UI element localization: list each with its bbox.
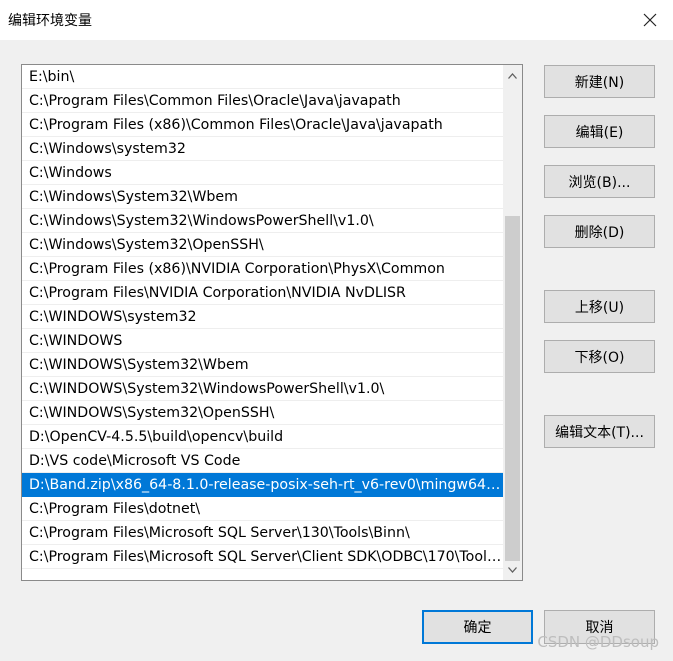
vertical-scrollbar[interactable] <box>503 65 522 580</box>
path-list-item[interactable]: C:\WINDOWS\System32\OpenSSH\ <box>22 401 504 425</box>
new-button[interactable]: 新建(N) <box>544 65 655 98</box>
delete-button[interactable]: 删除(D) <box>544 215 655 248</box>
scroll-thumb[interactable] <box>505 216 520 561</box>
ok-button[interactable]: 确定 <box>422 610 533 644</box>
path-list[interactable]: E:\bin\ C:\Program Files\Common Files\Ora… <box>21 64 523 581</box>
scroll-down-button[interactable] <box>503 561 522 578</box>
path-list-item[interactable]: D:\VS code\Microsoft VS Code <box>22 449 504 473</box>
path-list-item[interactable]: C:\Program Files\NVIDIA Corporation\NVID… <box>22 281 504 305</box>
scroll-up-button[interactable] <box>503 67 522 84</box>
move-down-button[interactable]: 下移(O) <box>544 340 655 373</box>
path-list-item[interactable]: C:\Windows\System32\OpenSSH\ <box>22 233 504 257</box>
edit-text-button[interactable]: 编辑文本(T)... <box>544 415 655 448</box>
path-list-item[interactable]: C:\Windows\System32\Wbem <box>22 185 504 209</box>
chevron-up-icon <box>508 72 517 79</box>
path-list-item[interactable]: C:\Program Files (x86)\Common Files\Orac… <box>22 113 504 137</box>
edit-button[interactable]: 编辑(E) <box>544 115 655 148</box>
path-list-item[interactable]: C:\Program Files\Microsoft SQL Server\13… <box>22 521 504 545</box>
close-button[interactable] <box>627 0 673 40</box>
path-list-item[interactable]: C:\WINDOWS\System32\Wbem <box>22 353 504 377</box>
path-list-item[interactable]: C:\WINDOWS\System32\WindowsPowerShell\v1… <box>22 377 504 401</box>
watermark: CSDN @DDsoup <box>537 633 659 651</box>
path-list-item[interactable]: C:\Windows\System32\WindowsPowerShell\v1… <box>22 209 504 233</box>
path-list-rows: E:\bin\ C:\Program Files\Common Files\Ora… <box>22 65 504 569</box>
path-list-item[interactable]: C:\WINDOWS <box>22 329 504 353</box>
path-list-item[interactable]: C:\Program Files\dotnet\ <box>22 497 504 521</box>
path-list-item[interactable]: C:\Program Files (x86)\NVIDIA Corporatio… <box>22 257 504 281</box>
path-list-item[interactable]: C:\Program Files\Common Files\Oracle\Jav… <box>22 89 504 113</box>
path-list-item[interactable]: D:\OpenCV-4.5.5\build\opencv\build <box>22 425 504 449</box>
path-list-item[interactable]: C:\Windows <box>22 161 504 185</box>
move-up-button[interactable]: 上移(U) <box>544 290 655 323</box>
window-title: 编辑环境变量 <box>8 13 92 29</box>
browse-button[interactable]: 浏览(B)... <box>544 165 655 198</box>
chevron-down-icon <box>508 566 517 573</box>
close-icon <box>643 13 657 27</box>
path-list-item[interactable]: C:\Windows\system32 <box>22 137 504 161</box>
title-bar: 编辑环境变量 <box>0 0 673 40</box>
path-list-item[interactable]: D:\Band.zip\x86_64-8.1.0-release-posix-s… <box>22 473 504 497</box>
path-list-item[interactable]: C:\WINDOWS\system32 <box>22 305 504 329</box>
path-list-item[interactable]: C:\Program Files\Microsoft SQL Server\Cl… <box>22 545 504 569</box>
path-list-item[interactable]: E:\bin\ <box>22 65 504 89</box>
